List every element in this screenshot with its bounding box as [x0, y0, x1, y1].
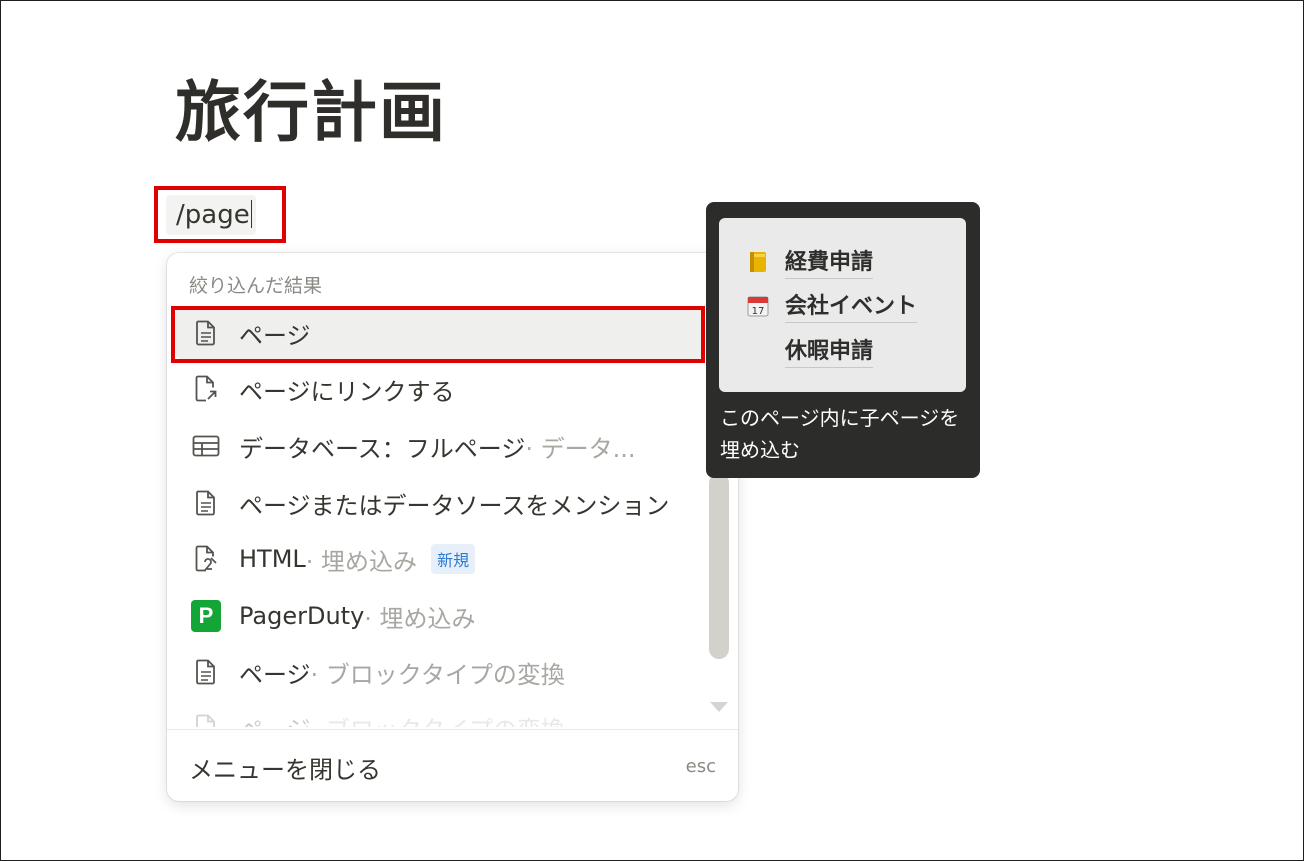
tooltip-description: このページ内に子ページを埋め込む [720, 406, 960, 462]
menu-item-pagerduty[interactable]: P PagerDuty · 埋め込み [175, 590, 703, 642]
table-icon [191, 431, 221, 461]
preview-row: 17 会社イベント [743, 288, 918, 323]
menu-item-link-to-page[interactable]: ページにリンクする [175, 363, 703, 415]
close-menu-button[interactable]: メニューを閉じる [189, 750, 381, 785]
html-embed-icon [191, 544, 221, 574]
menu-item-label: ページ [239, 660, 311, 689]
text-caret [250, 200, 253, 228]
preview-row: 経費申請 [743, 244, 874, 279]
menu-list: ページ ページにリンクする データベース：フルページ · データ... ページま… [167, 307, 715, 727]
menu-section-label: 絞り込んだ結果 [189, 275, 323, 297]
scroll-down-arrow-icon[interactable] [710, 702, 728, 712]
svg-text:17: 17 [752, 306, 765, 317]
calendar-icon: 17 [743, 291, 773, 321]
pagerduty-logo: P [191, 600, 221, 632]
blank-icon [743, 336, 773, 366]
preview-image: 経費申請 17 会社イベント 休暇申請 [719, 218, 966, 392]
page-icon [191, 657, 221, 687]
menu-item-sub: · 埋め込み [364, 604, 476, 633]
menu-item-html-embed[interactable]: HTML · 埋め込み 新規 [175, 533, 703, 585]
menu-item-mention[interactable]: ページまたはデータソースをメンション [175, 477, 703, 529]
menu-item-label: データベース：フルページ [239, 434, 526, 463]
esc-shortcut: esc [685, 756, 716, 777]
menu-item-label: PagerDuty [239, 602, 365, 630]
menu-item-sub: · ブロックタイプの変換 [310, 660, 565, 689]
menu-item-database-fullpage[interactable]: データベース：フルページ · データ... [175, 420, 703, 472]
preview-tooltip: 経費申請 17 会社イベント 休暇申請 このページ内に子ページを埋め込む [706, 202, 980, 478]
menu-scrollbar[interactable] [709, 473, 729, 659]
preview-row: 休暇申請 [743, 333, 874, 368]
menu-item-label: HTML [239, 545, 306, 573]
page-icon [191, 488, 221, 518]
menu-item-sub: · 埋め込み [305, 547, 418, 576]
menu-footer: メニューを閉じる esc [167, 729, 738, 801]
page-icon [191, 712, 221, 727]
menu-item-page[interactable]: ページ [175, 307, 703, 359]
menu-item-sub: · ブロックタイプの変換 [311, 710, 565, 728]
menu-item-turn-into-page[interactable]: ページ · ブロックタイプの変換 [175, 646, 703, 698]
pagerduty-logo-letter: P [191, 600, 221, 632]
page-title[interactable]: 旅行計画 [175, 70, 447, 156]
slash-command-input[interactable]: /page [166, 195, 256, 235]
preview-label: 休暇申請 [785, 333, 874, 368]
menu-item-partial[interactable]: ページ · ブロックタイプの変換 [175, 701, 703, 727]
ledger-icon [743, 247, 773, 277]
command-text: /page [176, 200, 250, 230]
slash-command-menu: 絞り込んだ結果 ページ ページにリンクする データベース：フルページ · データ… [167, 253, 738, 801]
page-icon [191, 318, 221, 348]
menu-item-label: ページまたはデータソースをメンション [239, 491, 670, 520]
preview-label: 経費申請 [785, 244, 874, 279]
preview-label: 会社イベント [785, 288, 918, 323]
menu-item-label: ページにリンクする [239, 377, 455, 406]
menu-item-sub: · データ... [525, 434, 636, 463]
menu-item-label: ページ [239, 710, 311, 728]
new-badge: 新規 [431, 544, 476, 574]
menu-item-label: ページ [239, 321, 311, 350]
page-link-icon [191, 374, 221, 404]
